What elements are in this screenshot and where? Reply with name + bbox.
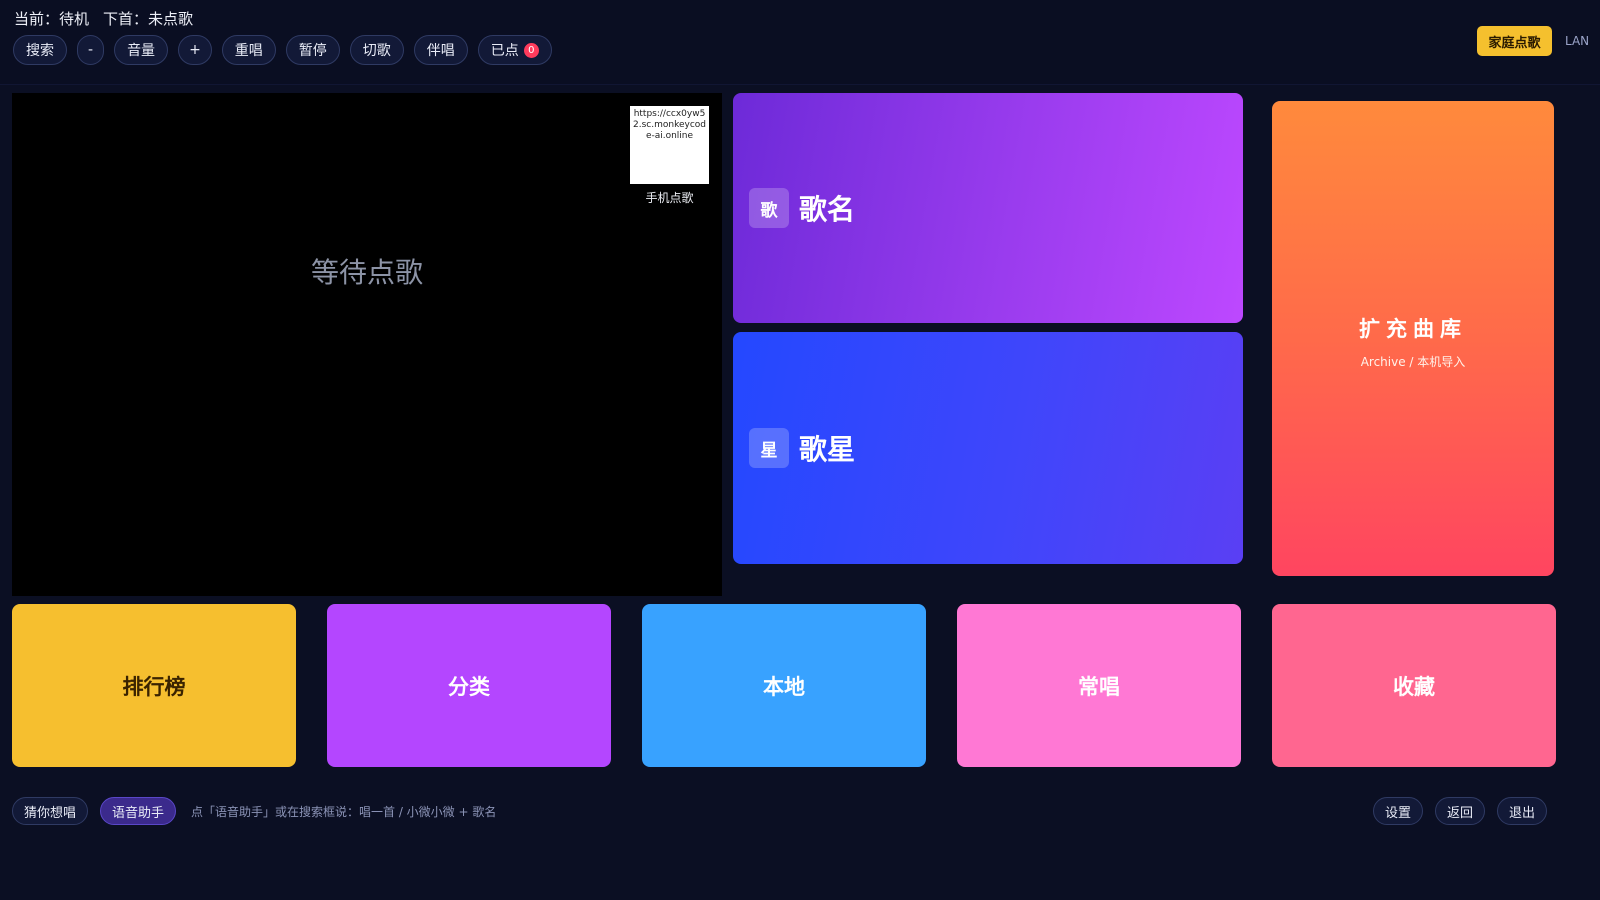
next-song-status: 下首：未点歌 xyxy=(103,10,194,28)
song-icon: 歌 xyxy=(749,188,789,228)
tile-categories[interactable]: 分类 xyxy=(327,604,611,767)
voice-hint-text: 点「语音助手」或在搜索框说：唱一首 / 小微小微 + 歌名 xyxy=(191,805,497,819)
replay-button[interactable]: 重唱 xyxy=(221,35,276,65)
song-name-title: 歌名 xyxy=(799,193,856,226)
singer-title: 歌星 xyxy=(799,433,856,466)
tile-local-label: 本地 xyxy=(763,674,805,699)
star-icon: 星 xyxy=(749,428,789,468)
qr-code: https://ccx0yw52.sc.monkeycode-ai.online xyxy=(630,106,709,184)
pause-button[interactable]: 暂停 xyxy=(285,35,340,65)
singer-card[interactable]: 星 歌星 xyxy=(733,332,1243,564)
back-button[interactable]: 返回 xyxy=(1435,797,1486,825)
waiting-message: 等待点歌 xyxy=(310,256,423,289)
accompaniment-button[interactable]: 伴唱 xyxy=(413,35,468,65)
bottom-bar: 猜你想唱 语音助手 点「语音助手」或在搜索框说：唱一首 / 小微小微 + 歌名 … xyxy=(0,790,1600,834)
expand-library-title: 扩充曲库 xyxy=(1359,317,1467,341)
expand-library-subtitle: Archive / 本机导入 xyxy=(1360,355,1466,369)
voice-assistant-button[interactable]: 语音助手 xyxy=(100,797,177,825)
tile-rankings[interactable]: 排行榜 xyxy=(12,604,296,767)
top-bar: 当前：待机 下首：未点歌 搜索 - 音量 + 重唱 暂停 切歌 伴唱 已点 0 家… xyxy=(0,0,1600,85)
playback-controls: 搜索 - 音量 + 重唱 暂停 切歌 伴唱 已点 0 xyxy=(13,35,552,65)
tile-local[interactable]: 本地 xyxy=(642,604,926,767)
tile-categories-label: 分类 xyxy=(448,674,490,699)
tile-frequent-label: 常唱 xyxy=(1078,674,1120,699)
queued-songs-button[interactable]: 已点 0 xyxy=(477,35,552,65)
tile-rankings-label: 排行榜 xyxy=(122,674,186,699)
exit-button[interactable]: 退出 xyxy=(1497,797,1548,825)
tile-favorites-label: 收藏 xyxy=(1393,674,1435,699)
song-name-card[interactable]: 歌 歌名 xyxy=(733,93,1243,323)
video-player[interactable]: 等待点歌 https://ccx0yw52.sc.monkeycode-ai.o… xyxy=(12,93,722,596)
tile-frequent[interactable]: 常唱 xyxy=(957,604,1241,767)
volume-up-button[interactable]: + xyxy=(178,35,212,65)
search-button[interactable]: 搜索 xyxy=(13,35,67,65)
skip-song-button[interactable]: 切歌 xyxy=(349,35,404,65)
expand-library-card[interactable]: 扩充曲库 Archive / 本机导入 xyxy=(1272,101,1554,576)
volume-down-button[interactable]: - xyxy=(77,35,105,65)
guess-song-button[interactable]: 猜你想唱 xyxy=(12,797,89,825)
tile-favorites[interactable]: 收藏 xyxy=(1272,604,1556,767)
settings-button[interactable]: 设置 xyxy=(1373,797,1424,825)
now-playing-status: 当前：待机 下首：未点歌 xyxy=(14,8,193,29)
queued-count-badge: 0 xyxy=(523,42,539,58)
volume-button[interactable]: 音量 xyxy=(114,35,169,65)
family-mode-button[interactable]: 家庭点歌 xyxy=(1477,26,1552,56)
network-status: LAN xyxy=(1565,34,1590,48)
current-song-status: 当前：待机 xyxy=(14,10,90,28)
queued-songs-label: 已点 xyxy=(490,43,519,59)
qr-code-label: 手机点歌 xyxy=(645,191,694,205)
